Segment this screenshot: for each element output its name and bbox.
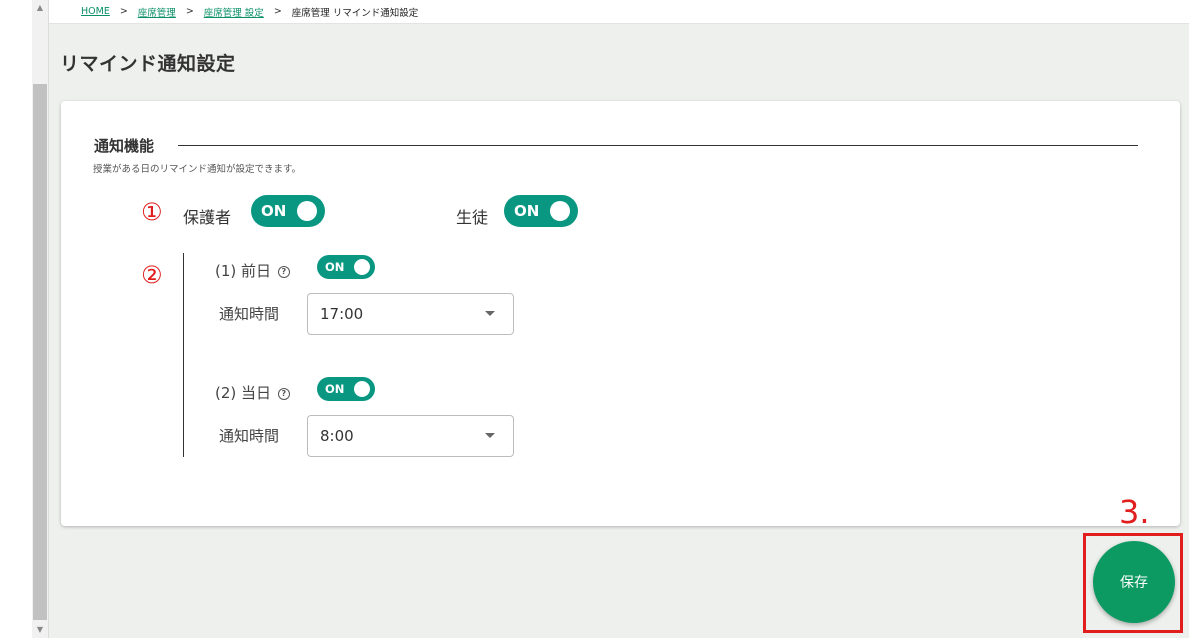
divider [48,0,49,638]
breadcrumb-current: 座席管理 リマインド通知設定 [291,7,419,19]
help-icon[interactable]: ? [277,388,290,400]
group-divider [183,253,184,457]
same-day-toggle-label: ON [325,382,345,396]
annotation-marker-2: ② [141,261,163,289]
breadcrumb-seat-settings-link[interactable]: 座席管理 設定 [204,5,264,19]
toggle-knob [550,201,570,221]
section-description: 授業がある日のリマインド通知が設定できます。 [93,164,302,175]
vertical-scrollbar[interactable]: ▲ ▼ [32,0,48,638]
prev-day-time-label: 通知時間 [219,305,280,323]
same-day-toggle[interactable]: ON [317,377,375,401]
help-icon[interactable]: ? [277,266,290,278]
scroll-up-icon[interactable]: ▲ [32,2,48,14]
prev-day-toggle[interactable]: ON [317,255,375,279]
notification-settings-card: 通知機能 授業がある日のリマインド通知が設定できます。 ① 保護者 ON 生徒 … [61,101,1180,526]
section-divider [178,145,1138,146]
same-day-time-label: 通知時間 [219,427,280,445]
scroll-down-icon[interactable]: ▼ [32,624,48,636]
breadcrumb: HOME > 座席管理 > 座席管理 設定 > 座席管理 リマインド通知設定 [49,0,1189,24]
left-panel [0,0,32,638]
save-button[interactable]: 保存 [1093,541,1175,623]
breadcrumb-seat-mgmt-link[interactable]: 座席管理 [138,5,176,19]
student-label: 生徒 [456,208,489,227]
prev-day-time-value: 17:00 [320,305,364,323]
annotation-step-3: 3. [1119,493,1150,531]
student-toggle[interactable]: ON [504,195,578,227]
page-title: リマインド通知設定 [60,53,236,75]
toggle-knob [297,201,317,221]
same-day-time-value: 8:00 [320,427,354,445]
toggle-knob [354,259,370,275]
same-day-label-text: (2) 当日 [215,384,272,402]
prev-day-label-text: (1) 前日 [215,262,272,280]
guardian-toggle-label: ON [261,202,287,220]
student-toggle-label: ON [514,202,540,220]
guardian-label: 保護者 [183,208,232,227]
annotation-marker-1: ① [141,198,163,226]
scroll-thumb[interactable] [33,84,47,620]
same-day-label: (2) 当日 ? [215,382,290,403]
chevron-down-icon [485,311,495,316]
breadcrumb-home-link[interactable]: HOME [81,6,110,17]
prev-day-label: (2) 当日 (1) 前日 ? [215,260,290,281]
section-title: 通知機能 [94,137,155,155]
guardian-toggle[interactable]: ON [251,195,325,227]
breadcrumb-separator: > [185,6,194,17]
toggle-knob [354,381,370,397]
prev-day-toggle-label: ON [325,260,345,274]
prev-day-time-select[interactable]: 17:00 [307,293,514,335]
chevron-down-icon [485,433,495,438]
breadcrumb-separator: > [119,6,128,17]
breadcrumb-separator: > [273,6,282,17]
same-day-time-select[interactable]: 8:00 [307,415,514,457]
